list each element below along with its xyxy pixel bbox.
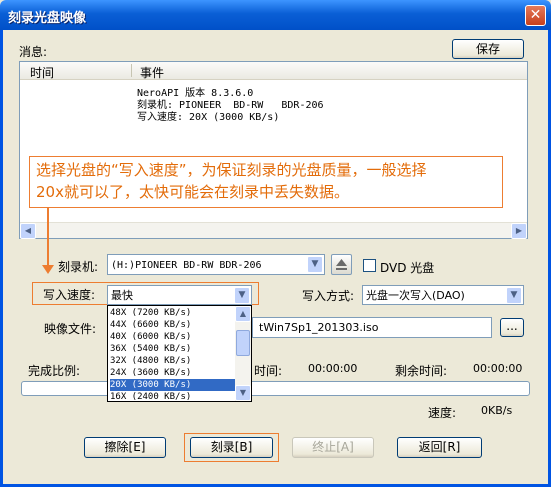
log-header: 时间 事件: [20, 62, 527, 80]
eject-button[interactable]: [331, 254, 352, 275]
close-button[interactable]: ✕: [525, 5, 546, 26]
messages-label: 消息:: [19, 45, 48, 59]
image-file-label: 映像文件:: [44, 322, 97, 336]
callout-arrow-icon: [42, 265, 54, 274]
message-log: 时间 事件 NeroAPI 版本 8.3.6.0 刻录机: PIONEER BD…: [19, 61, 528, 239]
callout-arrow-line: [47, 208, 49, 268]
save-button[interactable]: 保存: [452, 39, 524, 59]
erase-button[interactable]: 擦除[E]: [84, 437, 166, 458]
callout-line-1: 选择光盘的“写入速度”，为保证刻录的光盘质量，一般选择: [36, 161, 427, 179]
write-mode-value: 光盘一次写入(DAO): [366, 289, 465, 302]
image-file-value: tWin7Sp1_201303.iso: [259, 321, 379, 334]
speed-value: 最快: [111, 289, 133, 302]
speed-option[interactable]: 32X (4800 KB/s): [110, 355, 235, 367]
time-value: 00:00:00: [308, 362, 358, 375]
instruction-callout: 选择光盘的“写入速度”，为保证刻录的光盘质量，一般选择 20x就可以了，太快可能…: [29, 156, 503, 208]
browse-button[interactable]: ...: [500, 318, 524, 337]
recorder-label: 刻录机:: [58, 260, 99, 274]
write-mode-select[interactable]: 光盘一次写入(DAO) ▼: [362, 285, 524, 305]
title-bar: 刻录光盘映像 ✕: [0, 0, 551, 30]
progress-bar: [21, 381, 530, 396]
column-event[interactable]: 事件: [140, 64, 164, 81]
recorder-select[interactable]: (H:)PIONEER BD-RW BDR-206 ▼: [107, 254, 325, 275]
speed-readout-label: 速度:: [428, 406, 457, 420]
log-horizontal-scrollbar[interactable]: ◀ ▶: [20, 222, 527, 239]
dvd-checkbox-label: DVD 光盘: [380, 261, 435, 275]
speed-option[interactable]: 36X (5400 KB/s): [110, 343, 235, 355]
speed-option[interactable]: 48X (7200 KB/s): [110, 307, 235, 319]
callout-line-2: 20x就可以了，太快可能会在刻录中丢失数据。: [36, 183, 349, 201]
scroll-thumb[interactable]: [236, 330, 250, 356]
time-label: 时间:: [254, 364, 283, 378]
close-icon: ✕: [529, 7, 542, 23]
image-file-input[interactable]: tWin7Sp1_201303.iso: [252, 317, 492, 338]
speed-option[interactable]: 40X (6000 KB/s): [110, 331, 235, 343]
eject-icon: [336, 259, 347, 270]
remaining-value: 00:00:00: [473, 362, 523, 375]
remaining-label: 剩余时间:: [395, 364, 448, 378]
stop-button[interactable]: 终止[A]: [292, 437, 374, 458]
column-divider: [131, 64, 132, 77]
scroll-down-icon[interactable]: ▼: [235, 385, 251, 401]
speed-option[interactable]: 24X (3600 KB/s): [110, 367, 235, 379]
column-time[interactable]: 时间: [30, 64, 54, 81]
scroll-up-icon[interactable]: ▲: [235, 306, 251, 322]
scroll-left-icon[interactable]: ◀: [20, 223, 36, 239]
chevron-down-icon[interactable]: ▼: [506, 287, 522, 304]
speed-label: 写入速度:: [43, 288, 96, 302]
burn-button[interactable]: 刻录[B]: [190, 437, 273, 458]
recorder-value: (H:)PIONEER BD-RW BDR-206: [111, 260, 262, 271]
log-line: 写入速度: 20X (3000 KB/s): [137, 112, 280, 123]
speed-dropdown-list[interactable]: 48X (7200 KB/s) 44X (6600 KB/s) 40X (600…: [107, 305, 252, 402]
chevron-down-icon[interactable]: ▼: [234, 287, 250, 304]
write-mode-label: 写入方式:: [302, 289, 355, 303]
complete-label: 完成比例:: [28, 364, 81, 378]
speed-readout-value: 0KB/s: [481, 404, 513, 417]
chevron-down-icon[interactable]: ▼: [307, 256, 323, 273]
dropdown-scrollbar[interactable]: ▲ ▼: [235, 306, 251, 401]
window-title: 刻录光盘映像: [8, 11, 87, 26]
speed-option[interactable]: 44X (6600 KB/s): [110, 319, 235, 331]
speed-option[interactable]: 16X (2400 KB/s): [110, 391, 235, 401]
dvd-checkbox[interactable]: [363, 259, 376, 272]
scroll-right-icon[interactable]: ▶: [511, 223, 527, 239]
speed-option[interactable]: 20X (3000 KB/s): [110, 379, 235, 391]
back-button[interactable]: 返回[R]: [397, 437, 482, 458]
speed-select[interactable]: 最快 ▼: [107, 285, 252, 305]
